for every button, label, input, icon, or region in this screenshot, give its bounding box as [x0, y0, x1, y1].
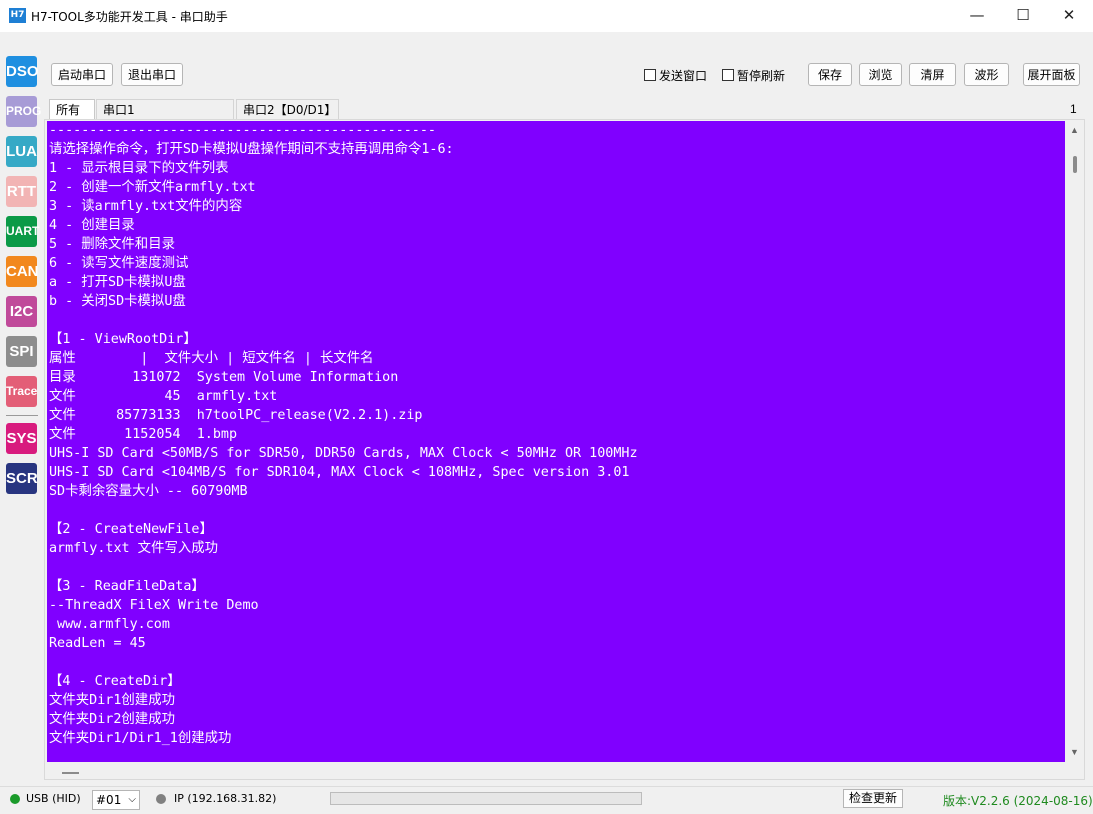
- clear-screen-button[interactable]: 清屏: [909, 63, 956, 86]
- terminal-line: 1 - 显示根目录下的文件列表: [49, 161, 229, 176]
- sidebar-item-rtt[interactable]: RTT: [6, 176, 37, 207]
- terminal-text: ----------------------------------------…: [47, 121, 1065, 748]
- scroll-thumb[interactable]: [1073, 156, 1077, 173]
- send-window-checkbox[interactable]: 发送窗口: [644, 67, 707, 84]
- terminal-line: 3 - 读armfly.txt文件的内容: [49, 199, 243, 214]
- window-title: H7-TOOL多功能开发工具 - 串口助手: [31, 10, 228, 24]
- terminal-line: a - 打开SD卡模拟U盘: [49, 275, 186, 290]
- checkbox-box[interactable]: [722, 69, 734, 81]
- tab-all[interactable]: 所有: [49, 99, 95, 119]
- port-select[interactable]: #01 ⌵: [92, 790, 140, 810]
- sidebar-item-uart[interactable]: UART: [6, 216, 39, 247]
- usb-status-icon: [10, 794, 20, 804]
- minimize-button[interactable]: —: [954, 0, 1000, 32]
- sidebar-item-can[interactable]: CAN: [6, 256, 39, 287]
- terminal-line: 【4 - CreateDir】: [49, 674, 181, 689]
- terminal-line: 文件夹Dir2创建成功: [49, 712, 175, 727]
- terminal-line: SD卡剩余容量大小 -- 60790MB: [49, 484, 248, 499]
- ip-status-label: IP (192.168.31.82): [174, 792, 277, 805]
- version-label: 版本:V2.2.6 (2024-08-16): [943, 794, 1093, 808]
- close-button[interactable]: ✕: [1046, 0, 1092, 32]
- sidebar-item-i2c[interactable]: I2C: [6, 296, 37, 327]
- waveform-button[interactable]: 波形: [964, 63, 1009, 86]
- terminal-line: www.armfly.com: [49, 617, 170, 632]
- terminal-line: 2 - 创建一个新文件armfly.txt: [49, 180, 256, 195]
- horizontal-scrollbar[interactable]: [47, 762, 1065, 778]
- open-port-button[interactable]: 启动串口: [51, 63, 113, 86]
- sidebar-item-spi[interactable]: SPI: [6, 336, 37, 367]
- terminal-line: 文件夹Dir1/Dir1_1创建成功: [49, 731, 232, 746]
- title-bar: H7 H7-TOOL多功能开发工具 - 串口助手 — ☐ ✕: [0, 0, 1093, 32]
- port-select-value: #01: [96, 793, 122, 807]
- terminal-line: ReadLen = 45: [49, 636, 146, 651]
- sidebar-item-trace[interactable]: Trace: [6, 376, 37, 407]
- terminal-line: 属性 | 文件大小 | 短文件名 | 长文件名: [49, 351, 374, 366]
- progress-bar: [330, 792, 642, 805]
- scroll-up-icon[interactable]: ▲: [1070, 125, 1079, 135]
- page-indicator: 1: [1070, 102, 1077, 116]
- status-bar: USB (HID) #01 ⌵ IP (192.168.31.82) 检查更新 版…: [0, 786, 1093, 814]
- send-window-label: 发送窗口: [659, 69, 708, 83]
- terminal-line: 5 - 删除文件和目录: [49, 237, 175, 252]
- checkbox-box[interactable]: [644, 69, 656, 81]
- close-port-button[interactable]: 退出串口: [121, 63, 183, 86]
- pause-refresh-checkbox[interactable]: 暂停刷新: [722, 67, 785, 84]
- terminal-line: b - 关闭SD卡模拟U盘: [49, 294, 186, 309]
- terminal-line: 4 - 创建目录: [49, 218, 135, 233]
- save-button[interactable]: 保存: [808, 63, 852, 86]
- terminal-line: 【1 - ViewRootDir】: [49, 332, 197, 347]
- check-update-button[interactable]: 检查更新: [843, 789, 903, 808]
- terminal-line: 文件 1152054 1.bmp: [49, 427, 238, 442]
- tab-uart1[interactable]: 串口1【485/232/TTL】: [96, 99, 234, 137]
- vertical-scrollbar[interactable]: ▲ ▼: [1066, 121, 1083, 762]
- hscroll-thumb[interactable]: [62, 772, 79, 774]
- terminal-line: 文件夹Dir1创建成功: [49, 693, 175, 708]
- chevron-down-icon: ⌵: [128, 794, 136, 805]
- app-icon: H7: [9, 8, 26, 23]
- expand-panel-button[interactable]: 展开面板: [1023, 63, 1080, 86]
- sidebar-item-lua[interactable]: LUA: [6, 136, 37, 167]
- terminal-line: 【3 - ReadFileData】: [49, 579, 205, 594]
- scroll-down-icon[interactable]: ▼: [1070, 747, 1079, 757]
- usb-status-label: USB (HID): [26, 792, 81, 805]
- terminal-line: UHS-I SD Card <50MB/S for SDR50, DDR50 C…: [49, 446, 638, 461]
- pause-refresh-label: 暂停刷新: [737, 69, 786, 83]
- sidebar-item-sys[interactable]: SYS: [6, 423, 37, 454]
- sidebar-divider: [6, 415, 38, 416]
- terminal-output[interactable]: ----------------------------------------…: [47, 121, 1065, 762]
- terminal-line: 6 - 读写文件速度测试: [49, 256, 189, 271]
- browse-button[interactable]: 浏览: [859, 63, 902, 86]
- maximize-button[interactable]: ☐: [1000, 0, 1046, 32]
- sidebar-item-scr[interactable]: SCR: [6, 463, 38, 494]
- ip-status-icon: [156, 794, 166, 804]
- tab-uart2[interactable]: 串口2【D0/D1】: [236, 99, 339, 119]
- terminal-line: 【2 - CreateNewFile】: [49, 522, 213, 537]
- terminal-line: 文件 45 armfly.txt: [49, 389, 278, 404]
- terminal-line: armfly.txt 文件写入成功: [49, 541, 219, 556]
- sidebar-item-prog[interactable]: PROG: [6, 96, 41, 127]
- terminal-line: 目录 131072 System Volume Information: [49, 370, 399, 385]
- sidebar-item-dso[interactable]: DSO: [6, 56, 39, 87]
- terminal-line: 请选择操作命令，打开SD卡模拟U盘操作期间不支持再调用命令1-6:: [49, 142, 454, 157]
- terminal-line: ----------------------------------------…: [49, 123, 436, 138]
- terminal-line: UHS-I SD Card <104MB/S for SDR104, MAX C…: [49, 465, 630, 480]
- terminal-line: --ThreadX FileX Write Demo: [49, 598, 259, 613]
- terminal-line: 文件 85773133 h7toolPC_release(V2.2.1).zip: [49, 408, 423, 423]
